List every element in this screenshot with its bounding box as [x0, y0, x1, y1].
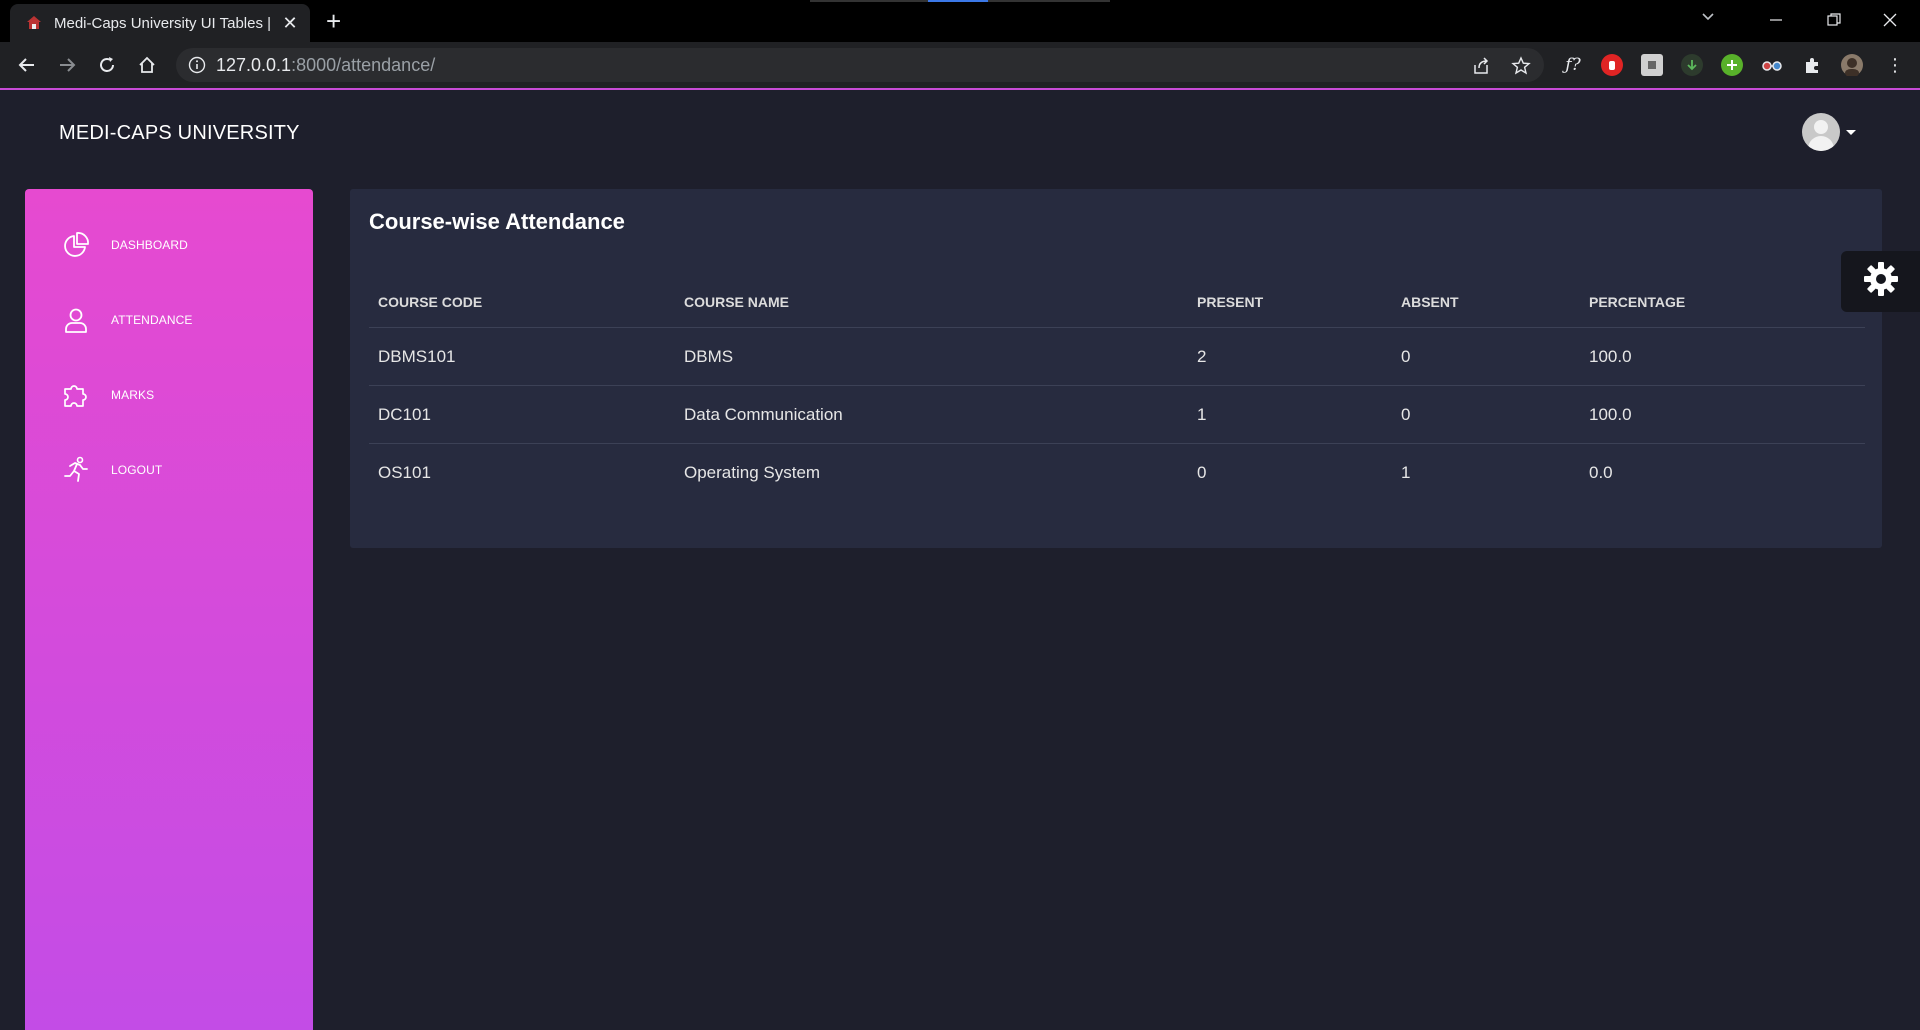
cell-course-name: Data Communication — [675, 385, 1188, 444]
sidebar-item-marks[interactable]: MARKS — [61, 375, 154, 415]
page-title: Course-wise Attendance — [369, 209, 625, 234]
tab-close-icon[interactable]: ✕ — [280, 13, 300, 34]
cell-course-code: DBMS101 — [369, 327, 675, 386]
cell-course-code: DC101 — [369, 385, 675, 444]
sidebar-item-dashboard[interactable]: DASHBOARD — [61, 225, 188, 265]
column-header-present: PRESENT — [1188, 277, 1392, 328]
sidebar: DASHBOARD ATTENDANCE MARKS LOGOUT — [25, 189, 313, 1030]
back-icon[interactable] — [13, 51, 41, 79]
column-header-percentage: PERCENTAGE — [1580, 277, 1865, 328]
brand-title[interactable]: MEDI-CAPS UNIVERSITY — [59, 122, 300, 145]
sidebar-item-label: DASHBOARD — [111, 238, 188, 252]
running-person-icon — [61, 455, 91, 485]
url-text: 127.0.0.1:8000/attendance/ — [216, 55, 435, 76]
forward-icon[interactable] — [53, 51, 81, 79]
address-bar[interactable]: 127.0.0.1:8000/attendance/ — [176, 48, 1544, 82]
caret-down-icon[interactable] — [1846, 129, 1856, 135]
puzzle-icon — [61, 380, 91, 410]
user-menu[interactable] — [1802, 113, 1856, 151]
restore-icon[interactable] — [1806, 0, 1862, 40]
tab-title: Medi-Caps University UI Tables | — [54, 14, 270, 32]
settings-button[interactable] — [1841, 251, 1920, 312]
glasses-extension-icon[interactable] — [1761, 54, 1783, 76]
cell-absent: 0 — [1392, 385, 1580, 444]
site-info-icon[interactable] — [188, 56, 206, 79]
browser-menu-icon[interactable]: ⋮ — [1884, 54, 1906, 76]
notes-extension-icon[interactable] — [1641, 54, 1663, 76]
cell-absent: 1 — [1401, 462, 1411, 482]
table-row: DC101 Data Communication 1 0 100.0 — [369, 385, 1865, 444]
cell-percentage: 0.0 — [1589, 462, 1613, 482]
minimize-icon[interactable] — [1748, 0, 1804, 40]
sidebar-item-label: ATTENDANCE — [111, 313, 193, 327]
gear-icon — [1863, 261, 1899, 302]
sidebar-item-logout[interactable]: LOGOUT — [61, 450, 162, 490]
cell-percentage: 100.0 — [1580, 385, 1865, 444]
tabstrip-accent-line — [928, 0, 988, 2]
bookmark-star-icon[interactable] — [1510, 55, 1532, 77]
user-icon — [61, 305, 91, 335]
cell-course-code: OS101 — [378, 462, 431, 482]
extensions-puzzle-icon[interactable] — [1801, 54, 1823, 76]
sidebar-item-label: LOGOUT — [111, 463, 163, 477]
cell-present: 0 — [1197, 462, 1207, 482]
table-row: DBMS101 DBMS 2 0 100.0 — [369, 327, 1865, 386]
user-avatar-icon[interactable] — [1802, 113, 1840, 151]
share-icon[interactable] — [1470, 55, 1492, 77]
sidebar-item-attendance[interactable]: ATTENDANCE — [61, 300, 192, 340]
download-extension-icon[interactable] — [1681, 54, 1703, 76]
hand-extension-icon[interactable] — [1601, 54, 1623, 76]
tab-search-chevron-icon[interactable] — [1700, 8, 1716, 29]
browser-tabstrip: Medi-Caps University UI Tables | ✕ + — [0, 0, 1920, 42]
table-row: OS101 Operating System 0 1 0.0 — [369, 444, 1865, 502]
cell-course-name: DBMS — [675, 327, 1188, 386]
add-extension-icon[interactable] — [1721, 54, 1743, 76]
cell-course-name: Operating System — [684, 462, 821, 482]
reload-icon[interactable] — [93, 51, 121, 79]
sidebar-item-label: MARKS — [111, 388, 155, 402]
column-header-course-name: COURSE NAME — [675, 277, 1188, 328]
home-icon[interactable] — [133, 51, 161, 79]
browser-tab[interactable]: Medi-Caps University UI Tables | ✕ — [10, 4, 310, 42]
pie-chart-icon — [61, 230, 91, 260]
url-host: 127.0.0.1 — [216, 54, 292, 75]
cell-percentage: 100.0 — [1580, 327, 1865, 386]
column-header-absent: ABSENT — [1392, 277, 1580, 328]
cell-present: 1 — [1188, 385, 1392, 444]
cell-absent: 0 — [1392, 327, 1580, 386]
close-window-icon[interactable] — [1862, 0, 1918, 40]
university-favicon-icon — [24, 13, 44, 33]
new-tab-icon[interactable]: + — [326, 8, 341, 34]
cell-present: 2 — [1188, 327, 1392, 386]
attendance-table: COURSE CODE COURSE NAME PRESENT ABSENT P… — [369, 277, 1865, 501]
profile-avatar-icon[interactable] — [1841, 54, 1863, 76]
url-path: :8000/attendance/ — [291, 54, 436, 75]
table-header-row: COURSE CODE COURSE NAME PRESENT ABSENT P… — [369, 277, 1865, 328]
column-header-course-code: COURSE CODE — [369, 277, 675, 328]
attendance-card: Course-wise Attendance COURSE CODE COURS… — [350, 189, 1882, 548]
formula-extension-icon[interactable]: ƒ? — [1562, 54, 1584, 76]
browser-toolbar: 127.0.0.1:8000/attendance/ ƒ? ⋮ — [0, 42, 1920, 90]
